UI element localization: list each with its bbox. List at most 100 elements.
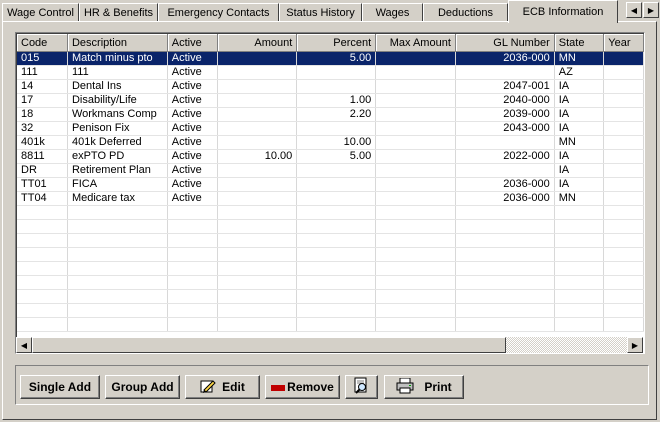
table-cell: Dental Ins [67,79,168,94]
table-row[interactable] [17,317,644,332]
table-row[interactable]: 18 Workmans Comp Active 2.20 2039-000 IA [17,107,644,122]
table-row[interactable]: 32 Penison Fix Active 2043-000 IA [17,121,644,136]
table-row[interactable]: 015 Match minus pto Active 5.00 2036-000 MN [17,51,644,66]
table-cell [455,317,555,332]
table-cell [167,233,219,248]
column-header-max-amount[interactable]: Max Amount [375,34,456,52]
table-row[interactable]: 17 Disability/Life Active 1.00 2040-000 IA [17,93,644,108]
table-row[interactable] [17,205,644,220]
table-cell: 111 [67,65,168,80]
table-cell: DR [17,163,68,178]
column-header-code[interactable]: Code [17,34,68,52]
table-cell [67,261,168,276]
tab-hr-benefits[interactable]: HR & Benefits [79,3,158,21]
column-header-percent[interactable]: Percent [296,34,377,52]
table-cell: 2036-000 [455,191,555,206]
group-add-button[interactable]: Group Add [105,375,180,399]
table-row[interactable] [17,233,644,248]
table-row[interactable] [17,247,644,262]
table-cell [603,219,644,234]
table-cell [167,205,219,220]
column-header-gl-number[interactable]: GL Number [455,34,555,52]
table-cell [217,51,298,66]
tab-wages[interactable]: Wages [362,3,423,21]
table-cell: 401k [17,135,68,150]
table-cell [455,135,555,150]
table-row[interactable]: 14 Dental Ins Active 2047-001 IA [17,79,644,94]
table-cell: 2047-001 [455,79,555,94]
horizontal-scrollbar[interactable]: ◀ ▶ [16,337,643,353]
print-label: Print [424,380,452,394]
single-add-button[interactable]: Single Add [20,375,100,399]
table-cell [554,317,605,332]
table-row[interactable] [17,219,644,234]
table-row[interactable] [17,303,644,318]
table-cell: Active [167,135,219,150]
table-cell: Active [167,177,219,192]
table-cell [167,317,219,332]
table-row[interactable]: 401k 401k Deferred Active 10.00 MN [17,135,644,150]
table-cell [296,191,377,206]
table-row[interactable] [17,261,644,276]
table-cell: TT04 [17,191,68,206]
remove-label: Remove [287,380,334,394]
table-cell [455,205,555,220]
table-cell [455,65,555,80]
arrow-left-icon: ◀ [630,5,638,15]
table-cell [375,107,456,122]
table-cell [17,275,68,290]
scroll-track[interactable] [506,337,627,353]
table-cell: Active [167,149,219,164]
table-cell: 5.00 [296,51,377,66]
table-cell: Workmans Comp [67,107,168,122]
table-cell [375,205,456,220]
column-header-active[interactable]: Active [167,34,219,52]
column-header-state[interactable]: State [554,34,605,52]
table-cell [217,79,298,94]
table-row[interactable]: 8811 exPTO PD Active 10.00 5.00 2022-000 IA [17,149,644,164]
scroll-left-button[interactable]: ◀ [16,337,32,353]
table-row[interactable]: TT01 FICA Active 2036-000 IA [17,177,644,192]
table-cell: MN [554,135,605,150]
table-cell [296,205,377,220]
table-cell [67,289,168,304]
table-cell [603,93,644,108]
table-row[interactable]: 111 111 Active AZ [17,65,644,80]
table-row[interactable] [17,289,644,304]
table-cell: 111 [17,65,68,80]
tab-ecb-information[interactable]: ECB Information [508,0,618,23]
table-cell [603,317,644,332]
column-header-amount[interactable]: Amount [217,34,298,52]
table-cell: 2043-000 [455,121,555,136]
tab-scroll-right-button[interactable]: ▶ [643,2,659,18]
column-header-year[interactable]: Year [603,34,644,52]
table-cell: Active [167,191,219,206]
table-row[interactable]: DR Retirement Plan Active IA [17,163,644,178]
table-row[interactable]: TT04 Medicare tax Active 2036-000 MN [17,191,644,206]
edit-button[interactable]: Edit [185,375,260,399]
remove-button[interactable]: Remove [265,375,340,399]
table-cell [375,149,456,164]
table-cell [375,233,456,248]
table-cell [17,289,68,304]
tab-wage-control[interactable]: Wage Control [2,3,79,21]
column-header-description[interactable]: Description [67,34,168,52]
find-button[interactable] [345,375,378,399]
print-button[interactable]: Print [384,375,464,399]
table-cell [217,275,298,290]
scroll-thumb[interactable] [32,337,506,353]
scroll-right-button[interactable]: ▶ [627,337,643,353]
table-cell [375,79,456,94]
table-cell: 17 [17,93,68,108]
tab-scroll-left-button[interactable]: ◀ [626,2,642,18]
tab-deductions[interactable]: Deductions [423,3,508,21]
tab-emergency-contacts[interactable]: Emergency Contacts [158,3,279,21]
ecb-grid[interactable]: Code Description Active Amount Percent Max Am… [15,32,645,354]
table-cell: Active [167,65,219,80]
tab-status-history[interactable]: Status History [279,3,362,21]
table-cell [67,205,168,220]
table-cell [603,205,644,220]
table-cell [554,261,605,276]
table-cell [17,303,68,318]
table-row[interactable] [17,275,644,290]
